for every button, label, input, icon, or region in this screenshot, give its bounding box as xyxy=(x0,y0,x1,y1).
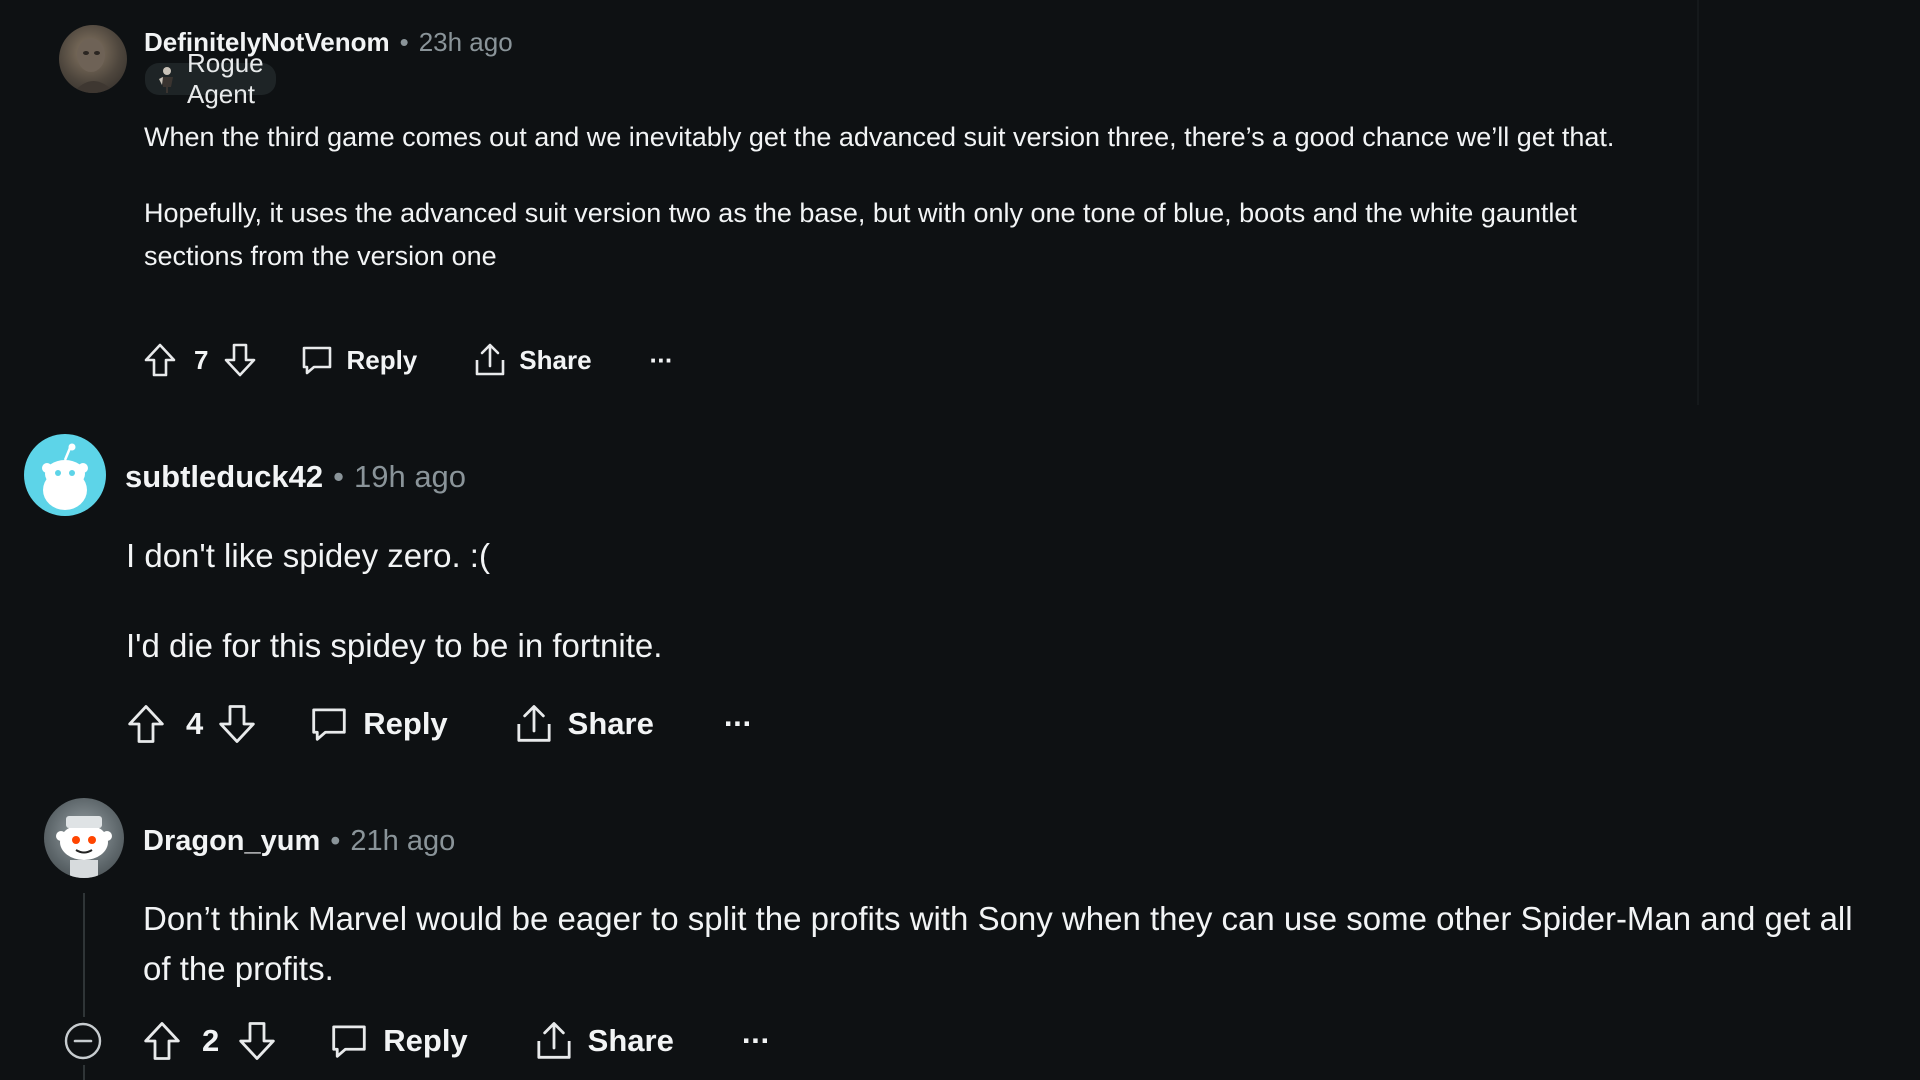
comment-meta: Dragon_yum • 21h ago xyxy=(143,823,455,859)
flair-figure-icon xyxy=(155,65,179,93)
more-options-icon[interactable]: ··· xyxy=(742,1023,771,1059)
avatar[interactable] xyxy=(24,434,106,516)
downvote-icon[interactable] xyxy=(217,700,257,748)
reply-label: Reply xyxy=(383,1023,468,1058)
share-icon xyxy=(473,342,507,378)
timestamp[interactable]: 21h ago xyxy=(350,825,455,858)
reply-button[interactable]: Reply xyxy=(300,343,417,377)
share-button[interactable]: Share xyxy=(473,342,592,378)
comment-actions: 4 Reply Share ··· xyxy=(126,700,753,748)
comment-paragraph: Don’t think Marvel would be eager to spl… xyxy=(143,900,1853,987)
share-button[interactable]: Share xyxy=(534,1020,674,1062)
share-label: Share xyxy=(587,1023,674,1058)
vote-count: 7 xyxy=(194,344,209,375)
upvote-icon[interactable] xyxy=(142,340,178,380)
username[interactable]: Dragon_yum xyxy=(143,825,320,858)
separator-dot: • xyxy=(330,824,341,857)
username[interactable]: subtleduck42 xyxy=(125,459,323,495)
share-button[interactable]: Share xyxy=(514,703,654,745)
share-label: Share xyxy=(567,706,654,741)
reply-button[interactable]: Reply xyxy=(329,1021,468,1061)
separator-dot: • xyxy=(333,459,344,494)
comment-paragraph: I don't like spidey zero. :( xyxy=(126,537,490,574)
comment-actions: 2 Reply Share ··· xyxy=(62,1017,771,1065)
comment-bubble-icon xyxy=(309,704,349,744)
comment-bubble-icon xyxy=(329,1021,369,1061)
share-icon xyxy=(534,1020,574,1062)
comment-body: When the third game comes out and we ine… xyxy=(144,116,1664,278)
upvote-icon[interactable] xyxy=(142,1017,182,1065)
comment-paragraph: I'd die for this spidey to be in fortnit… xyxy=(126,627,663,664)
avatar[interactable] xyxy=(59,25,127,93)
column-divider xyxy=(1697,0,1699,405)
share-icon xyxy=(514,703,554,745)
user-flair: Rogue Agent xyxy=(145,48,276,109)
collapse-minus-icon[interactable] xyxy=(62,1017,104,1065)
reply-label: Reply xyxy=(346,344,418,375)
more-options-icon[interactable]: ··· xyxy=(724,706,753,742)
timestamp[interactable]: 19h ago xyxy=(354,459,466,495)
comment-body: I don't like spidey zero. :( I'd die for… xyxy=(126,533,1626,669)
flair-text: Rogue Agent xyxy=(187,48,264,109)
downvote-icon[interactable] xyxy=(222,340,258,380)
more-options-icon[interactable]: ··· xyxy=(650,345,674,376)
comment-paragraph: Hopefully, it uses the advanced suit ver… xyxy=(144,198,1577,271)
reply-label: Reply xyxy=(363,706,448,741)
vote-count: 2 xyxy=(202,1023,220,1058)
reply-button[interactable]: Reply xyxy=(309,704,448,744)
comment-bubble-icon xyxy=(300,343,334,377)
comment-body: Don’t think Marvel would be eager to spl… xyxy=(143,894,1863,994)
timestamp[interactable]: 23h ago xyxy=(419,27,513,58)
downvote-icon[interactable] xyxy=(237,1017,277,1065)
comment-paragraph: When the third game comes out and we ine… xyxy=(144,122,1615,152)
comment-meta: subtleduck42 • 19h ago xyxy=(125,458,466,496)
share-label: Share xyxy=(519,344,592,375)
separator-dot: • xyxy=(399,26,409,57)
username[interactable]: DefinitelyNotVenom xyxy=(144,27,390,58)
comment-actions: 7 Reply Share ··· xyxy=(142,340,674,380)
upvote-icon[interactable] xyxy=(126,700,166,748)
vote-count: 4 xyxy=(186,706,204,741)
avatar[interactable] xyxy=(44,798,124,878)
